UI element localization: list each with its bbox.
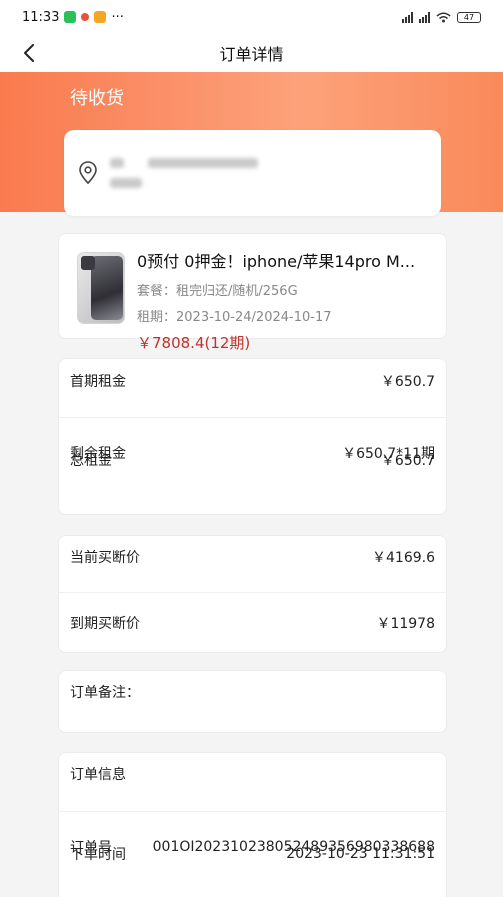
product-price: ￥7808.4(12期) — [137, 334, 251, 352]
signal-icon-2 — [419, 11, 430, 23]
rent-card: 首期租金 ￥650.7 剩余租金 ￥650.7*11期 总租金 ￥650.7 — [58, 358, 447, 515]
expiry-buyout-row: 到期买断价 ￥11978 — [59, 593, 446, 653]
address-card[interactable] — [64, 130, 441, 216]
current-buyout-value: ￥4169.6 — [372, 550, 435, 566]
status-bar: 11:33 ··· 47 — [0, 0, 503, 34]
page-title: 订单详情 — [219, 45, 284, 64]
battery-icon: 47 — [457, 11, 481, 23]
first-rent-row: 首期租金 ￥650.7 — [59, 359, 446, 403]
remark-label: 订单备注： — [70, 685, 140, 701]
battery-level: 47 — [463, 12, 475, 22]
wechat-icon — [64, 11, 77, 23]
app-notification-icon — [94, 11, 107, 23]
product-image — [77, 252, 125, 324]
order-time-value: 2023-10-23 11:31:51 — [286, 846, 435, 862]
first-rent-label: 首期租金 — [70, 374, 126, 390]
signal-icon — [402, 11, 413, 23]
product-period: 租期：2023-10-24/2024-10-17 — [137, 310, 332, 325]
order-time-label: 下单时间 — [70, 847, 126, 863]
notification-dot-icon — [81, 13, 90, 21]
back-button[interactable] — [16, 40, 42, 66]
product-package: 套餐：租完归还/随机/256G — [137, 284, 298, 299]
remark-card[interactable]: 订单备注： — [58, 670, 447, 733]
wifi-icon — [436, 12, 451, 22]
order-status: 待收货 — [70, 88, 124, 109]
first-rent-value: ￥650.7 — [380, 374, 435, 390]
total-rent-value: ￥650.7 — [380, 453, 435, 469]
expiry-buyout-value: ￥11978 — [376, 616, 435, 632]
nav-bar: 订单详情 — [0, 34, 503, 72]
remark-row: 订单备注： — [59, 671, 446, 713]
product-card[interactable]: 0预付 0押金！iphone/苹果14pro M... 套餐：租完归还/随机/2… — [58, 233, 447, 352]
buyout-card: 当前买断价 ￥4169.6 到期买断价 ￥11978 — [58, 535, 447, 653]
total-rent-label: 总租金 — [70, 453, 112, 469]
more-notifications-icon: ··· — [111, 9, 124, 25]
location-pin-icon — [79, 161, 97, 185]
status-time: 11:33 — [22, 9, 60, 25]
current-buyout-row: 当前买断价 ￥4169.6 — [59, 536, 446, 578]
current-buyout-label: 当前买断价 — [70, 550, 140, 566]
order-info-title-row: 订单信息 — [59, 753, 446, 795]
expiry-buyout-label: 到期买断价 — [70, 616, 140, 632]
address-text-redacted — [110, 158, 258, 188]
order-info-title: 订单信息 — [70, 767, 126, 783]
order-info-card: 订单信息 订单号 001OI20231023805248935698033868… — [58, 752, 447, 897]
chevron-left-icon — [24, 44, 34, 62]
product-title: 0预付 0押金！iphone/苹果14pro M... — [137, 252, 416, 271]
